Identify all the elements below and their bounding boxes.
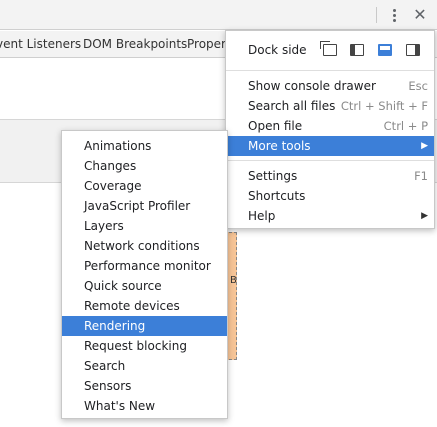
tab-properties[interactable]: Proper bbox=[187, 37, 226, 51]
shortcut-label: Esc bbox=[408, 79, 428, 93]
submenu-arrow-icon: ▶ bbox=[421, 211, 428, 221]
shortcut-label: F1 bbox=[414, 169, 428, 183]
menu-item-more-tools[interactable]: More tools ▶ bbox=[226, 136, 434, 156]
shortcut-label: Ctrl + P bbox=[383, 119, 428, 133]
menu-item-animations[interactable]: Animations bbox=[62, 136, 227, 156]
menu-item-help[interactable]: Help ▶ bbox=[226, 206, 434, 226]
menu-item-show-console-drawer[interactable]: Show console drawer Esc bbox=[226, 76, 434, 96]
menu-item-settings[interactable]: Settings F1 bbox=[226, 166, 434, 186]
menu-item-label: Open file bbox=[248, 119, 303, 133]
dock-right-icon[interactable] bbox=[406, 44, 420, 56]
menu-item-request-blocking[interactable]: Request blocking bbox=[62, 336, 227, 356]
menu-item-remote-devices[interactable]: Remote devices bbox=[62, 296, 227, 316]
menu-item-changes[interactable]: Changes bbox=[62, 156, 227, 176]
dock-left-icon[interactable] bbox=[350, 44, 364, 56]
toolbar-divider bbox=[376, 7, 377, 23]
menu-item-label: Help bbox=[248, 209, 276, 223]
submenu-arrow-icon: ▶ bbox=[421, 141, 428, 151]
tab-dom-breakpoints[interactable]: DOM Breakpoints bbox=[83, 37, 187, 51]
menu-item-network-conditions[interactable]: Network conditions bbox=[62, 236, 227, 256]
menu-item-label: Settings bbox=[248, 169, 298, 183]
more-tools-submenu: Animations Changes Coverage JavaScript P… bbox=[61, 130, 228, 419]
menu-item-label: Shortcuts bbox=[248, 189, 306, 203]
vertical-dots-icon[interactable] bbox=[386, 6, 402, 24]
menu-item-layers[interactable]: Layers bbox=[62, 216, 227, 236]
menu-item-label: Show console drawer bbox=[248, 79, 376, 93]
menu-item-coverage[interactable]: Coverage bbox=[62, 176, 227, 196]
menu-separator bbox=[226, 70, 434, 71]
dock-bottom-icon[interactable] bbox=[378, 44, 392, 56]
menu-item-performance-monitor[interactable]: Performance monitor bbox=[62, 256, 227, 276]
menu-item-shortcuts[interactable]: Shortcuts bbox=[226, 186, 434, 206]
menu-item-whats-new[interactable]: What's New bbox=[62, 396, 227, 416]
devtools-toolbar: ✕ bbox=[0, 0, 437, 30]
menu-item-open-file[interactable]: Open file Ctrl + P bbox=[226, 116, 434, 136]
tab-event-listeners[interactable]: vent Listeners bbox=[0, 37, 81, 51]
menu-item-search[interactable]: Search bbox=[62, 356, 227, 376]
menu-item-sensors[interactable]: Sensors bbox=[62, 376, 227, 396]
dock-side-label: Dock side bbox=[248, 43, 307, 57]
menu-item-javascript-profiler[interactable]: JavaScript Profiler bbox=[62, 196, 227, 216]
close-icon[interactable]: ✕ bbox=[410, 5, 430, 25]
box-model-label: B bbox=[230, 275, 237, 286]
menu-item-label: Search all files bbox=[248, 99, 336, 113]
menu-item-label: More tools bbox=[248, 139, 311, 153]
menu-separator bbox=[226, 160, 434, 161]
menu-item-quick-source[interactable]: Quick source bbox=[62, 276, 227, 296]
undock-icon[interactable] bbox=[320, 41, 337, 56]
menu-item-search-all-files[interactable]: Search all files Ctrl + Shift + F bbox=[226, 96, 434, 116]
menu-item-rendering[interactable]: Rendering bbox=[62, 316, 227, 336]
customize-devtools-menu: Dock side Show console drawer Esc Search… bbox=[225, 30, 435, 229]
shortcut-label: Ctrl + Shift + F bbox=[340, 99, 428, 113]
